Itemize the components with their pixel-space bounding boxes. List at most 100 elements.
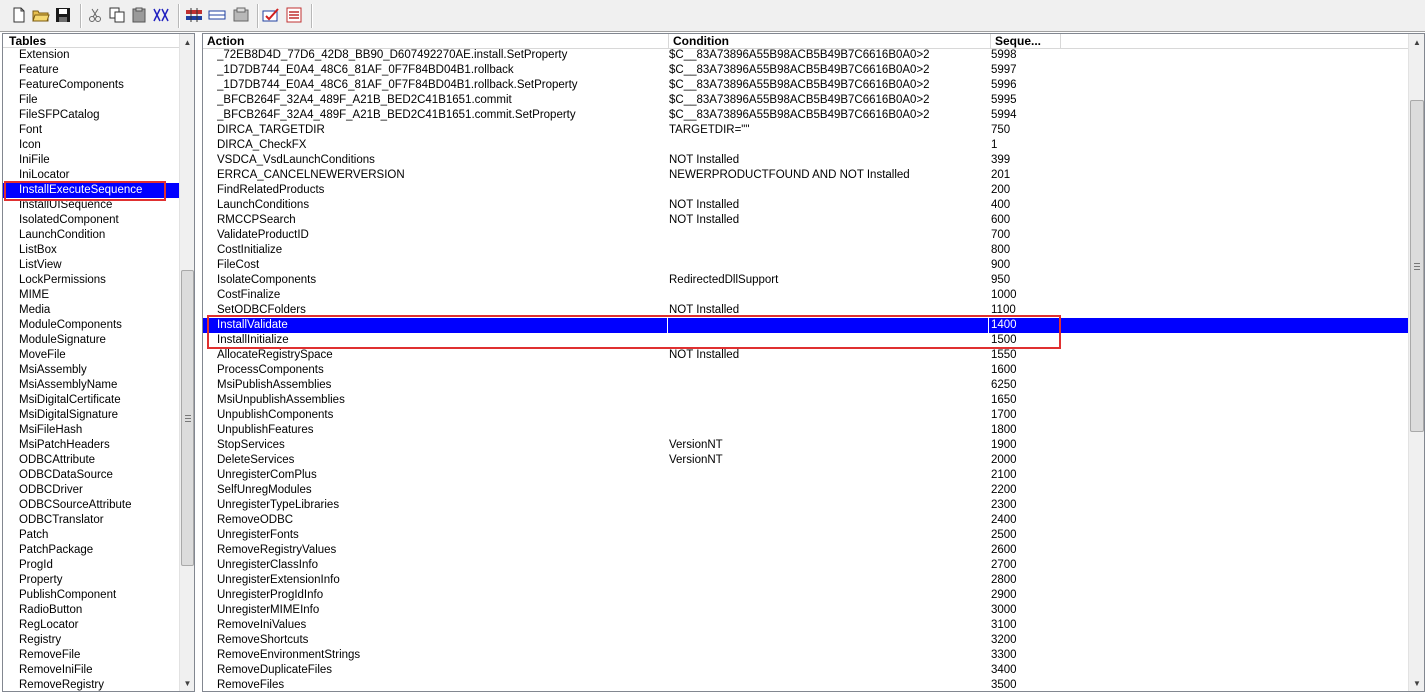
table-list-item[interactable]: RemoveFile (3, 648, 179, 663)
table-row[interactable]: RemoveODBC 2400 (203, 513, 1408, 528)
action-cell[interactable]: FileCost (217, 258, 667, 273)
table-row[interactable]: UnregisterTypeLibraries 2300 (203, 498, 1408, 513)
action-cell[interactable]: FindRelatedProducts (217, 183, 667, 198)
table-row[interactable]: UnregisterProgIdInfo 2900 (203, 588, 1408, 603)
table-list-item[interactable]: RemoveRegistry (3, 678, 179, 691)
condition-cell[interactable] (669, 573, 991, 588)
action-cell[interactable]: VSDCA_VsdLaunchConditions (217, 153, 667, 168)
table-list-item[interactable]: Extension (3, 48, 179, 63)
table-row[interactable]: RemoveFiles 3500 (203, 678, 1408, 691)
action-cell[interactable]: InstallInitialize (217, 333, 667, 348)
sequence-cell[interactable]: 2100 (991, 468, 1061, 483)
condition-cell[interactable]: RedirectedDllSupport (669, 273, 991, 288)
action-cell[interactable]: CostFinalize (217, 288, 667, 303)
table-row[interactable]: MsiUnpublishAssemblies 1650 (203, 393, 1408, 408)
properties-icon[interactable] (285, 6, 303, 24)
action-cell[interactable]: IsolateComponents (217, 273, 667, 288)
table-list-item[interactable]: Icon (3, 138, 179, 153)
condition-cell[interactable] (669, 408, 991, 423)
table-list-item[interactable]: ProgId (3, 558, 179, 573)
column-header-condition[interactable]: Condition (669, 34, 991, 48)
table-list-item[interactable]: ODBCDataSource (3, 468, 179, 483)
sequence-cell[interactable]: 2300 (991, 498, 1061, 513)
action-cell[interactable]: DIRCA_TARGETDIR (217, 123, 667, 138)
condition-cell[interactable]: TARGETDIR="" (669, 123, 991, 138)
condition-cell[interactable]: NEWERPRODUCTFOUND AND NOT Installed (669, 168, 991, 183)
condition-cell[interactable] (669, 393, 991, 408)
sequence-cell[interactable]: 2400 (991, 513, 1061, 528)
condition-cell[interactable] (669, 543, 991, 558)
sequence-cell[interactable]: 950 (991, 273, 1061, 288)
table-list-item[interactable]: ListView (3, 258, 179, 273)
table-row[interactable]: _1D7DB744_E0A4_48C6_81AF_0F7F84BD04B1.ro… (203, 78, 1408, 93)
action-cell[interactable]: DeleteServices (217, 453, 667, 468)
table-list-item[interactable]: RegLocator (3, 618, 179, 633)
table-list-item[interactable]: MsiAssembly (3, 363, 179, 378)
table-list-item[interactable]: RemoveIniFile (3, 663, 179, 678)
table-list-item[interactable]: InstallExecuteSequence (3, 183, 179, 198)
sequence-cell[interactable]: 2700 (991, 558, 1061, 573)
sequence-cell[interactable]: 2000 (991, 453, 1061, 468)
action-cell[interactable]: ERRCA_CANCELNEWERVERSION (217, 168, 667, 183)
condition-cell[interactable] (669, 258, 991, 273)
sequence-cell[interactable]: 399 (991, 153, 1061, 168)
scroll-up-arrow-icon[interactable]: ▲ (180, 34, 194, 50)
table-list-item[interactable]: InstallUISequence (3, 198, 179, 213)
find-icon[interactable] (152, 6, 170, 24)
table-row[interactable]: ProcessComponents 1600 (203, 363, 1408, 378)
action-cell[interactable]: RMCCPSearch (217, 213, 667, 228)
sequence-cell[interactable]: 1800 (991, 423, 1061, 438)
sequence-cell[interactable]: 1500 (991, 333, 1061, 348)
condition-cell[interactable] (669, 663, 991, 678)
sequence-cell[interactable]: 5998 (991, 48, 1061, 63)
action-cell[interactable]: UnregisterClassInfo (217, 558, 667, 573)
table-list-item[interactable]: ODBCDriver (3, 483, 179, 498)
table-list-item[interactable]: LaunchCondition (3, 228, 179, 243)
action-cell[interactable]: UnregisterMIMEInfo (217, 603, 667, 618)
sequence-cell[interactable]: 3000 (991, 603, 1061, 618)
cut-icon[interactable] (86, 6, 104, 24)
condition-cell[interactable] (669, 243, 991, 258)
import-icon[interactable] (232, 6, 250, 24)
condition-cell[interactable] (669, 228, 991, 243)
table-list-item[interactable]: IsolatedComponent (3, 213, 179, 228)
grid-scroll-thumb[interactable] (1410, 100, 1424, 432)
action-cell[interactable]: UnregisterComPlus (217, 468, 667, 483)
sequence-cell[interactable]: 2200 (991, 483, 1061, 498)
condition-cell[interactable]: $C__83A73896A55B98ACB5B49B7C6616B0A0>2 (669, 93, 991, 108)
sequence-cell[interactable]: 5994 (991, 108, 1061, 123)
condition-cell[interactable] (669, 588, 991, 603)
condition-cell[interactable] (669, 468, 991, 483)
table-row[interactable]: UnpublishFeatures 1800 (203, 423, 1408, 438)
sequence-cell[interactable]: 200 (991, 183, 1061, 198)
sequence-cell[interactable]: 1900 (991, 438, 1061, 453)
sequence-cell[interactable]: 2600 (991, 543, 1061, 558)
condition-cell[interactable] (669, 333, 991, 348)
table-row[interactable]: DeleteServices VersionNT 2000 (203, 453, 1408, 468)
table-list-item[interactable]: LockPermissions (3, 273, 179, 288)
table-row[interactable]: RemoveEnvironmentStrings 3300 (203, 648, 1408, 663)
condition-cell[interactable] (669, 633, 991, 648)
action-cell[interactable]: RemoveIniValues (217, 618, 667, 633)
table-row[interactable]: InstallValidate 1400 (203, 318, 1408, 333)
table-list-item[interactable]: Media (3, 303, 179, 318)
table-list-item[interactable]: Patch (3, 528, 179, 543)
table-list-item[interactable]: ODBCTranslator (3, 513, 179, 528)
scroll-down-arrow-icon[interactable]: ▼ (1409, 675, 1424, 691)
tables-icon[interactable] (185, 6, 203, 24)
tables-scroll-thumb[interactable] (181, 270, 194, 566)
condition-cell[interactable]: NOT Installed (669, 153, 991, 168)
table-list-item[interactable]: ListBox (3, 243, 179, 258)
table-row[interactable]: StopServices VersionNT 1900 (203, 438, 1408, 453)
sequence-cell[interactable]: 1000 (991, 288, 1061, 303)
grid-scrollbar[interactable]: ▲ ▼ (1408, 34, 1424, 691)
condition-cell[interactable]: $C__83A73896A55B98ACB5B49B7C6616B0A0>2 (669, 78, 991, 93)
table-list-item[interactable]: MsiAssemblyName (3, 378, 179, 393)
table-row[interactable]: DIRCA_CheckFX 1 (203, 138, 1408, 153)
table-list-item[interactable]: IniFile (3, 153, 179, 168)
table-list-item[interactable]: MsiPatchHeaders (3, 438, 179, 453)
table-row[interactable]: MsiPublishAssemblies 6250 (203, 378, 1408, 393)
table-row[interactable]: DIRCA_TARGETDIR TARGETDIR="" 750 (203, 123, 1408, 138)
table-row[interactable]: UnregisterExtensionInfo 2800 (203, 573, 1408, 588)
table-list-item[interactable]: RadioButton (3, 603, 179, 618)
